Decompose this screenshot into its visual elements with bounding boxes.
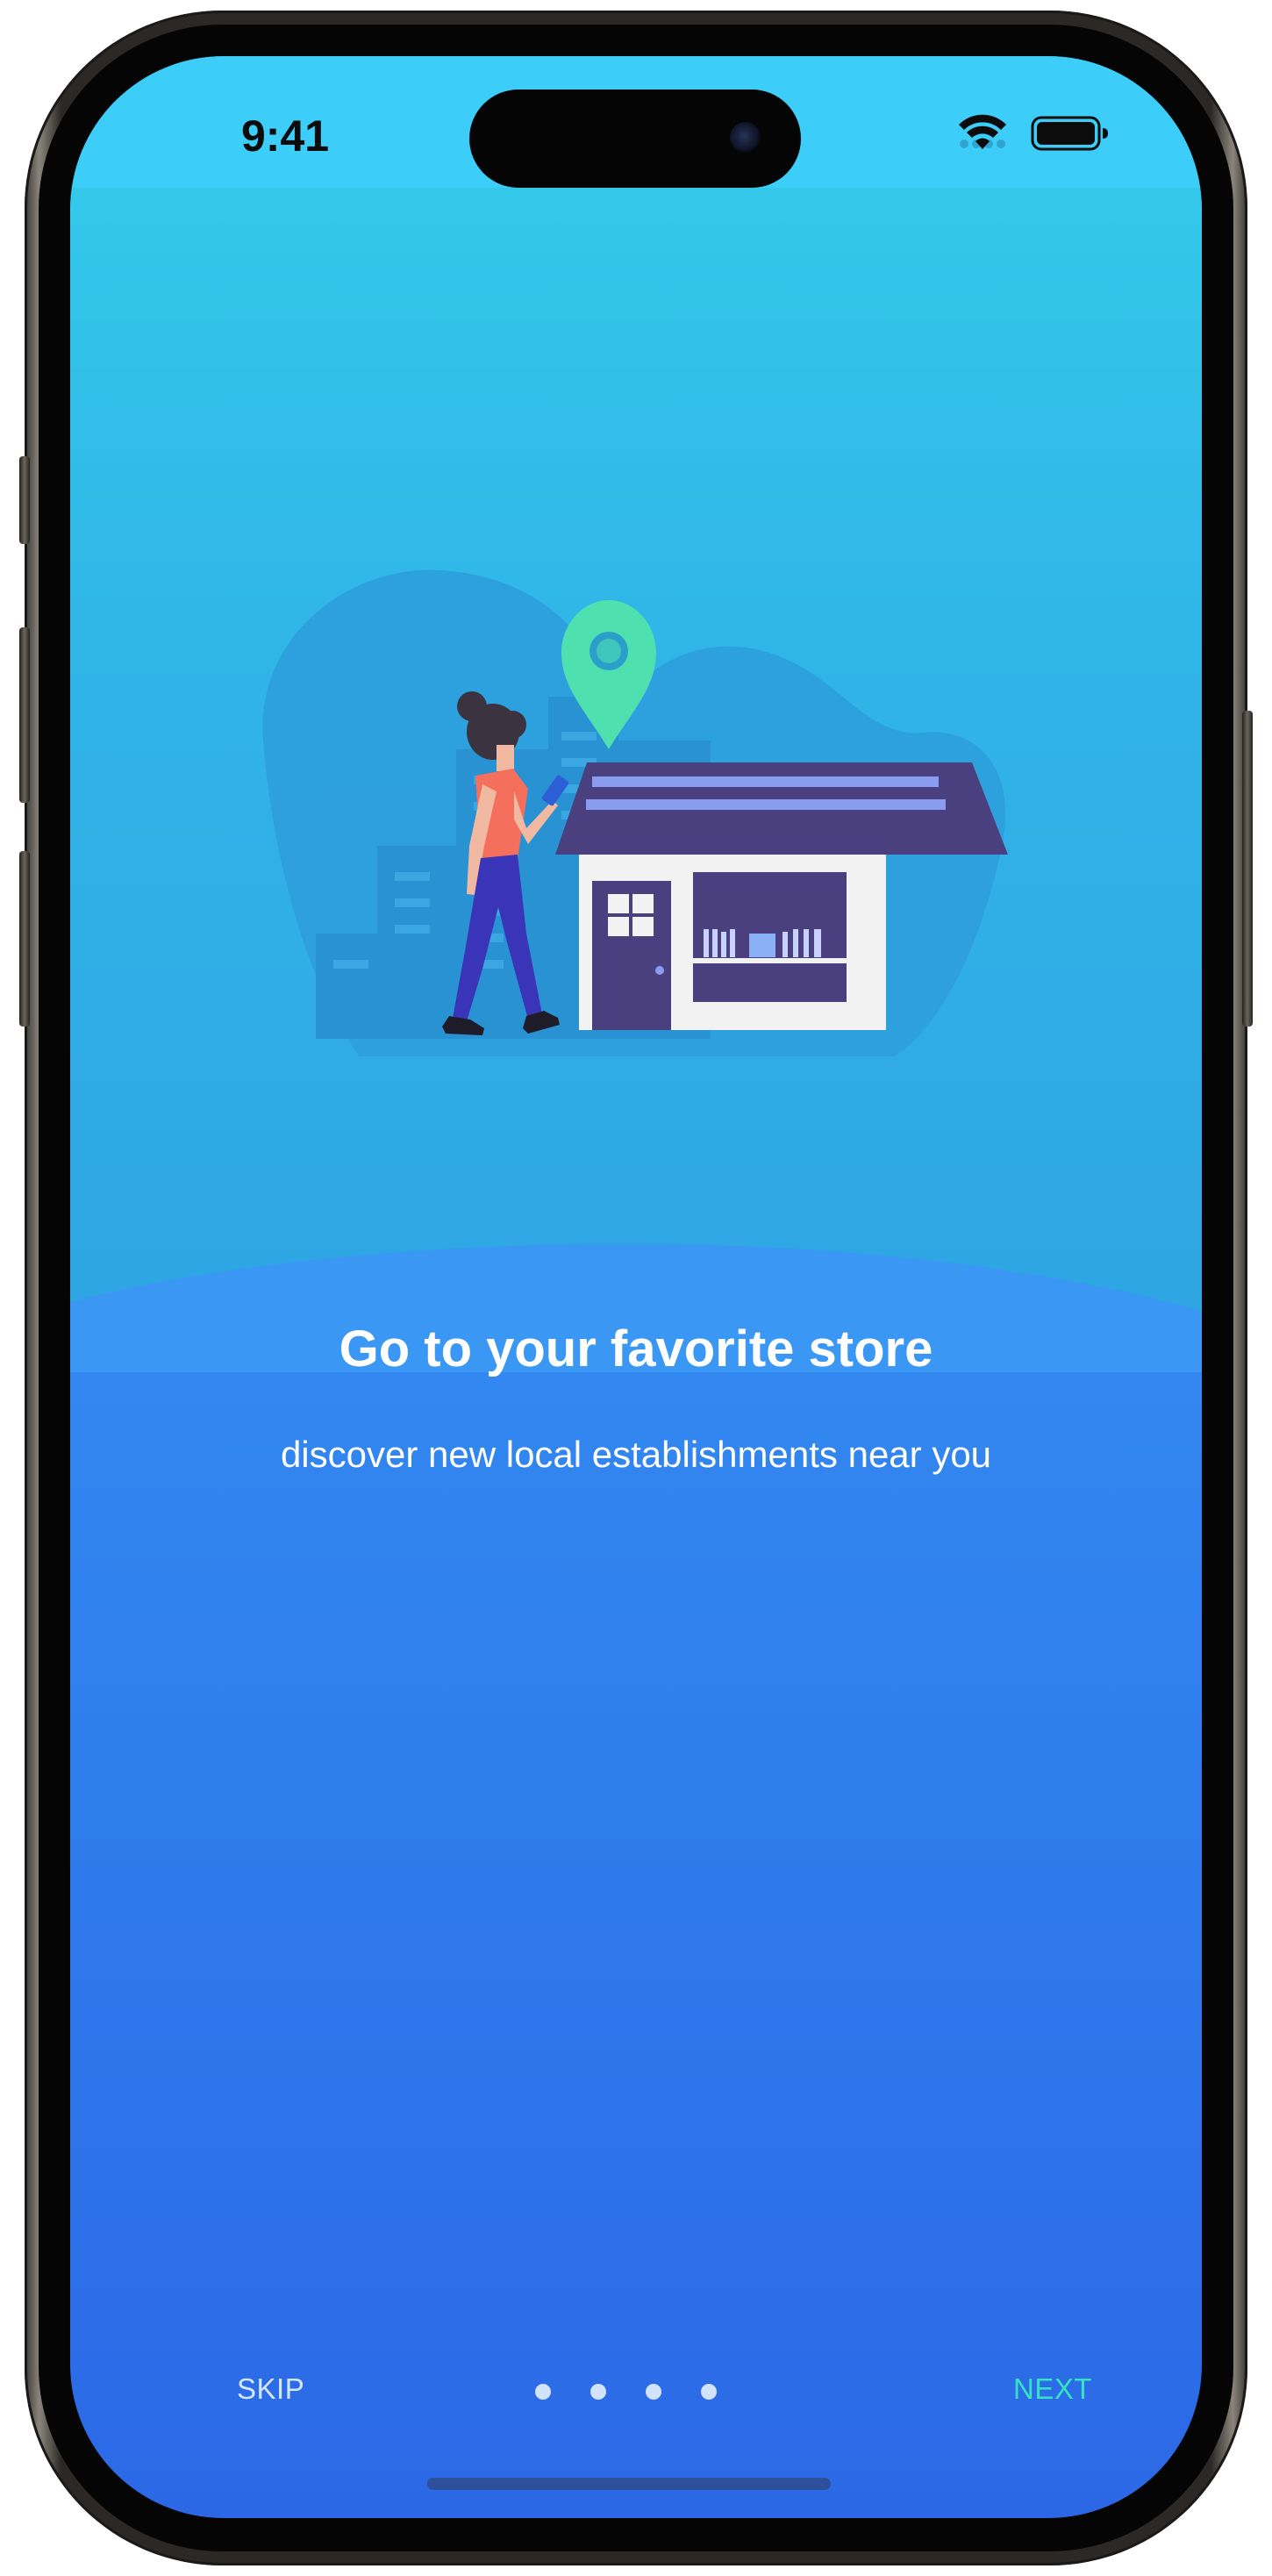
volume-down-button — [19, 851, 30, 1027]
onboarding-subtitle: discover new local establishments near y… — [280, 1434, 992, 1475]
action-button — [19, 456, 30, 544]
page-dot-3[interactable] — [646, 2384, 661, 2400]
wifi-icon — [959, 114, 1006, 149]
onboarding-title: Go to your favorite store — [339, 1320, 933, 1377]
page-dot-4[interactable] — [701, 2384, 717, 2400]
status-time: 9:41 — [241, 111, 330, 161]
page-dot-1[interactable] — [535, 2384, 551, 2400]
page-indicator[interactable] — [535, 2384, 746, 2403]
page-dot-2[interactable] — [590, 2384, 606, 2400]
dynamic-island — [469, 89, 801, 188]
person-walking-to-store-illustration — [262, 569, 1008, 1056]
screen: 9:41 Go to your favorite store discover … — [70, 56, 1202, 2518]
skip-button[interactable]: SKIP — [237, 2372, 304, 2406]
next-button[interactable]: NEXT — [1013, 2372, 1092, 2406]
volume-up-button — [19, 627, 30, 803]
battery-icon — [1031, 116, 1108, 151]
power-button — [1242, 711, 1253, 1027]
home-indicator[interactable] — [427, 2478, 831, 2490]
front-camera-icon — [730, 122, 761, 154]
